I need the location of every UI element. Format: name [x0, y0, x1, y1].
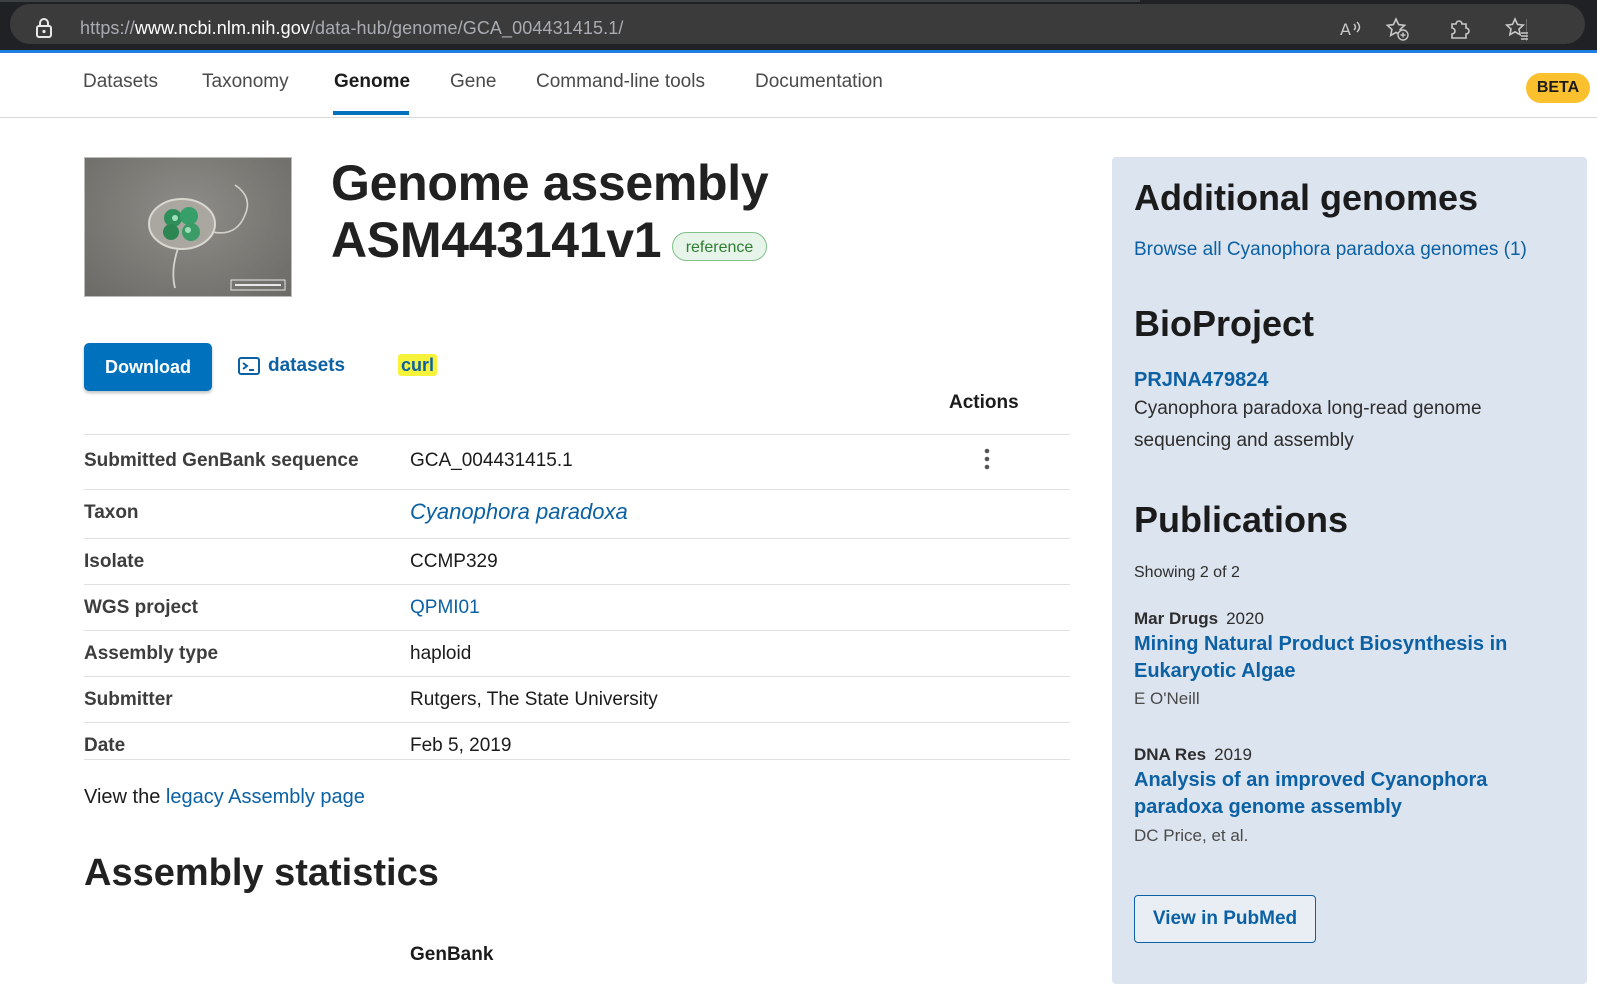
- publications-heading: Publications: [1134, 499, 1349, 540]
- nav-command-line-tools[interactable]: Command-line tools: [536, 71, 705, 93]
- address-bar[interactable]: https://www.ncbi.nlm.nih.gov/data-hub/ge…: [10, 4, 1585, 44]
- browse-genomes-link[interactable]: Browse all Cyanophora paradoxa genomes (…: [1134, 239, 1527, 261]
- site-nav: Datasets Taxonomy Genome Gene Command-li…: [0, 53, 1597, 118]
- row-key: Isolate: [84, 551, 145, 572]
- row-key: Submitted GenBank sequence: [84, 450, 359, 471]
- table-row: Submitter Rutgers, The State University: [84, 676, 1070, 722]
- assembly-statistics-heading: Assembly statistics: [84, 852, 439, 894]
- row-value: Feb 5, 2019: [410, 735, 512, 756]
- table-row: Date Feb 5, 2019: [84, 722, 1070, 768]
- active-tab-indicator: [333, 111, 409, 115]
- url-path: /data-hub/genome/GCA_004431415.1/: [309, 18, 624, 38]
- journal-name: DNA Res: [1134, 745, 1207, 764]
- assembly-details-table: Submitted GenBank sequence GCA_004431415…: [84, 434, 1070, 768]
- terminal-icon: [238, 357, 260, 375]
- wgs-project-link[interactable]: QPMI01: [410, 597, 480, 619]
- publication-title-link[interactable]: Analysis of an improved Cyanophora parad…: [1134, 767, 1554, 821]
- table-row: Assembly type haploid: [84, 630, 1070, 676]
- publication-title-link[interactable]: Mining Natural Product Biosynthesis in E…: [1134, 631, 1554, 685]
- row-key: Date: [84, 735, 126, 756]
- tab-strip-edge: [0, 0, 1140, 2]
- row-key: Submitter: [84, 689, 173, 710]
- row-value: haploid: [410, 643, 472, 664]
- publication-journal: DNA Res 2019: [1134, 745, 1252, 765]
- legacy-assembly-link[interactable]: legacy Assembly page: [166, 786, 365, 808]
- url-host: www.ncbi.nlm.nih.gov: [134, 18, 310, 38]
- table-row: Isolate CCMP329: [84, 538, 1070, 584]
- curl-label: curl: [398, 354, 438, 376]
- bioproject-description: Cyanophora paradoxa long-read genome seq…: [1134, 398, 1482, 451]
- row-value: Rutgers, The State University: [410, 689, 658, 710]
- row-key: Assembly type: [84, 643, 219, 664]
- view-in-pubmed-button[interactable]: View in PubMed: [1134, 895, 1316, 943]
- bioproject-heading: BioProject: [1134, 303, 1315, 344]
- genbank-column-header: GenBank: [410, 944, 494, 965]
- publication-journal: Mar Drugs 2020: [1134, 609, 1264, 629]
- nav-documentation[interactable]: Documentation: [755, 71, 883, 93]
- taxon-link[interactable]: Cyanophora paradoxa: [410, 499, 628, 525]
- table-row: Submitted GenBank sequence GCA_004431415…: [84, 434, 1070, 489]
- download-button[interactable]: Download: [84, 343, 212, 391]
- table-row: Taxon Cyanophora paradoxa: [84, 489, 1070, 538]
- reference-badge: reference: [672, 232, 767, 261]
- svg-text:A: A: [1340, 20, 1351, 39]
- beta-badge: BETA: [1526, 73, 1590, 103]
- bioproject-link[interactable]: PRJNA479824: [1134, 369, 1269, 392]
- datasets-cli-link[interactable]: datasets: [238, 355, 345, 377]
- nav-taxonomy[interactable]: Taxonomy: [202, 71, 289, 93]
- additional-genomes-heading: Additional genomes: [1134, 177, 1479, 218]
- publication-authors: DC Price, et al.: [1134, 826, 1249, 845]
- extensions-icon[interactable]: [1446, 16, 1472, 42]
- row-key: WGS project: [84, 597, 199, 618]
- read-aloud-icon[interactable]: A: [1338, 16, 1364, 42]
- organism-image: [84, 157, 292, 297]
- nav-genome[interactable]: Genome: [334, 71, 410, 93]
- nav-datasets[interactable]: Datasets: [83, 71, 158, 93]
- more-actions-icon[interactable]: [979, 447, 995, 471]
- cyanophora-micrograph: [148, 184, 286, 291]
- sidebar-panel: Additional genomes Browse all Cyanophora…: [1112, 157, 1587, 984]
- datasets-label: datasets: [268, 355, 346, 376]
- journal-name: Mar Drugs: [1134, 609, 1219, 628]
- browser-toolbar: https://www.ncbi.nlm.nih.gov/data-hub/ge…: [0, 0, 1597, 50]
- publications-count: Showing 2 of 2: [1134, 564, 1240, 581]
- legacy-assembly-note: View the legacy Assembly page: [84, 786, 365, 809]
- lock-icon[interactable]: [34, 17, 54, 39]
- table-divider: [84, 759, 1070, 760]
- actions-column-header: Actions: [949, 392, 1019, 413]
- favorites-icon[interactable]: [1504, 16, 1530, 42]
- url-text[interactable]: https://www.ncbi.nlm.nih.gov/data-hub/ge…: [80, 18, 623, 39]
- nav-gene[interactable]: Gene: [450, 71, 496, 93]
- row-key: Taxon: [84, 502, 139, 523]
- row-value: CCMP329: [410, 551, 498, 572]
- row-value: GCA_004431415.1: [410, 450, 573, 471]
- url-scheme: https://: [80, 18, 135, 38]
- publication-year: 2019: [1214, 745, 1252, 764]
- legacy-prefix: View the: [84, 786, 166, 808]
- title-line-1: Genome assembly: [331, 155, 769, 211]
- table-row: WGS project QPMI01: [84, 584, 1070, 630]
- publication-year: 2020: [1226, 609, 1264, 628]
- publication-authors: E O'Neill: [1134, 689, 1200, 708]
- curl-link[interactable]: curl: [398, 354, 438, 376]
- favorite-add-icon[interactable]: [1384, 16, 1410, 42]
